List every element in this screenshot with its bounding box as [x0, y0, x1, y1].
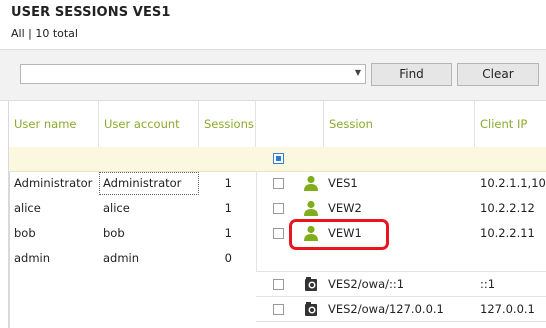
session-name-cell: VES1	[328, 176, 358, 190]
chevron-down-icon[interactable]: ▼	[355, 68, 361, 77]
session-name-cell: VES2/owa/127.0.0.1	[328, 302, 444, 316]
client-ip-cell: 127.0.0.1	[480, 302, 535, 316]
filter-row	[9, 147, 546, 172]
column-header-select[interactable]	[256, 101, 324, 147]
sessions-count-cell: 1	[224, 201, 232, 215]
search-combobox[interactable]: ▼	[20, 64, 366, 86]
camera-icon	[305, 277, 317, 291]
user-name-cell: admin	[14, 251, 51, 265]
grid-header: User name User account Sessions Session …	[9, 101, 546, 148]
table-row[interactable]: bob bob 1 VEW1 10.2.2.11	[9, 219, 546, 250]
sessions-count-cell: 1	[224, 176, 232, 190]
session-checkbox[interactable]	[273, 304, 284, 315]
session-checkbox[interactable]	[273, 203, 284, 214]
clear-button[interactable]: Clear	[457, 63, 539, 86]
table-row[interactable]: admin admin 0	[9, 246, 546, 271]
session-checkbox[interactable]	[273, 228, 284, 239]
column-header-sessions[interactable]: Sessions	[199, 101, 256, 147]
session-name-cell: VES2/owa/::1	[328, 277, 405, 291]
column-header-session[interactable]: Session	[324, 101, 475, 147]
user-account-cell: alice	[103, 201, 130, 215]
user-account-cell: bob	[103, 226, 125, 240]
user-account-cell[interactable]: Administrator	[99, 172, 199, 195]
session-checkbox[interactable]	[273, 178, 284, 189]
client-ip-cell: ::1	[480, 277, 496, 291]
column-header-client-ip[interactable]: Client IP	[475, 101, 546, 147]
search-input[interactable]	[21, 67, 354, 86]
camera-icon	[305, 302, 317, 316]
user-account-cell: admin	[103, 251, 140, 265]
page-title: USER SESSIONS VES1	[11, 5, 171, 20]
client-ip-cell: 10.2.2.12	[480, 201, 535, 215]
session-name-cell: VEW2	[328, 201, 362, 215]
table-row[interactable]: Administrator Administrator 1 VES1 10.2.…	[9, 171, 546, 196]
find-button[interactable]: Find	[371, 63, 452, 86]
user-name-cell: alice	[14, 201, 41, 215]
column-header-user-name[interactable]: User name	[9, 101, 99, 147]
select-all-checkbox[interactable]	[273, 153, 284, 164]
sessions-grid: User name User account Sessions Session …	[8, 101, 546, 328]
table-row[interactable]: VES2/owa/::1 ::1	[9, 272, 546, 297]
table-row[interactable]: alice alice 1 VEW2 10.2.2.12	[9, 196, 546, 221]
user-icon	[304, 200, 318, 216]
user-name-cell: Administrator	[14, 176, 93, 190]
session-checkbox[interactable]	[273, 279, 284, 290]
client-ip-cell: 10.2.1.1,10....	[480, 176, 546, 190]
column-header-user-account[interactable]: User account	[99, 101, 199, 147]
client-ip-cell: 10.2.2.11	[480, 226, 535, 240]
user-name-cell: bob	[14, 226, 36, 240]
sessions-count-cell: 1	[224, 226, 232, 240]
filter-summary[interactable]: All | 10 total	[11, 27, 78, 40]
user-icon	[304, 175, 318, 191]
sessions-count-cell: 0	[224, 251, 232, 265]
table-row[interactable]: VES2/owa/127.0.0.1 127.0.0.1	[9, 297, 546, 322]
